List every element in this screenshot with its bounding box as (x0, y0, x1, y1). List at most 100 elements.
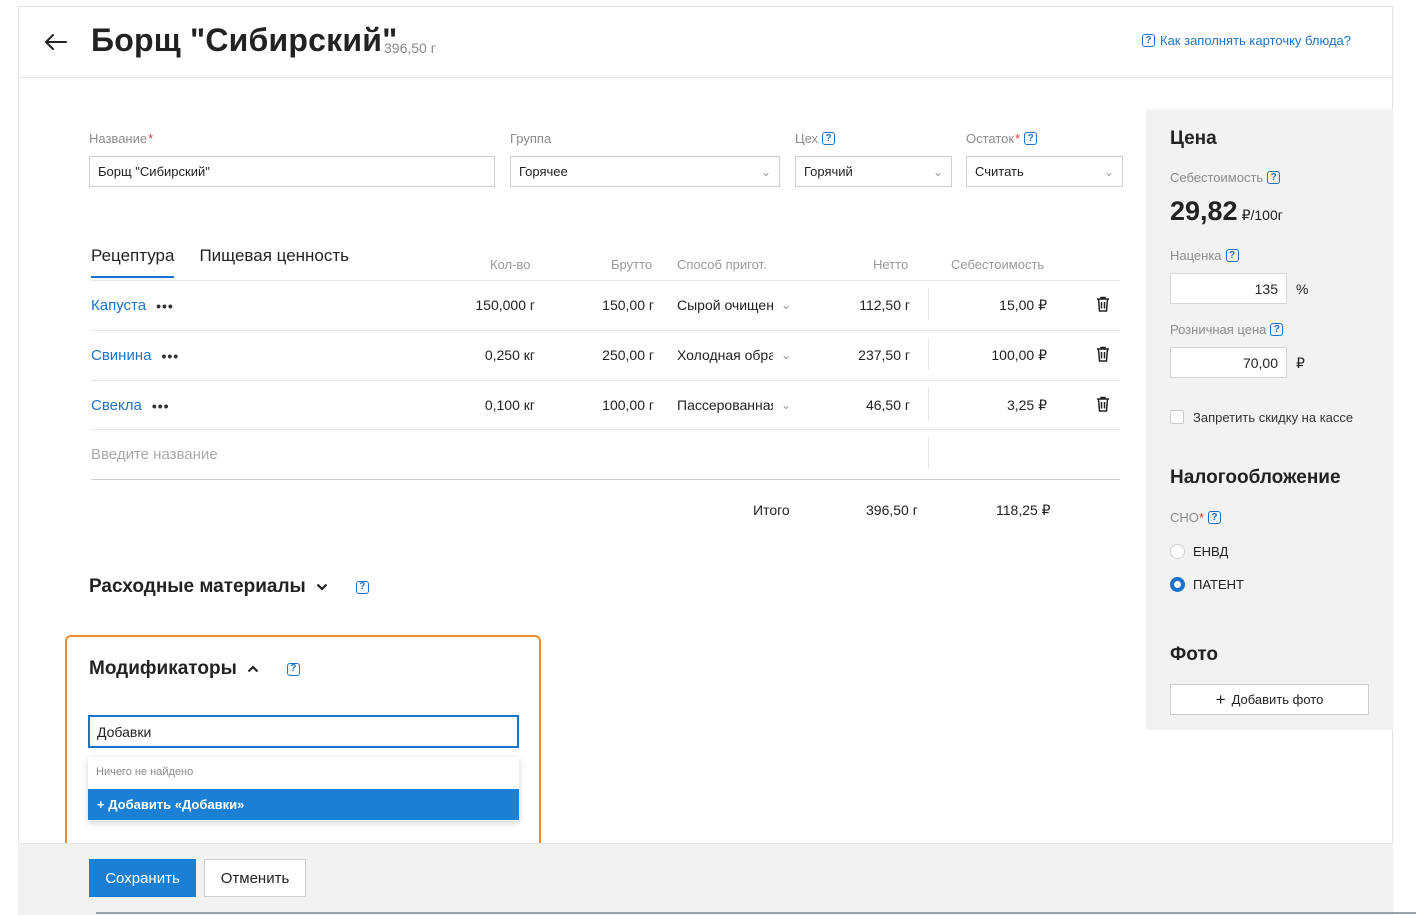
ingredient-link[interactable]: Свинина ••• (91, 347, 179, 364)
divider (91, 429, 1120, 430)
modifier-dropdown: Ничего не найдено + Добавить «Добавки» (88, 757, 519, 821)
help-icon[interactable]: ? (1267, 171, 1281, 184)
modifiers-section[interactable]: Модификаторы ? (89, 658, 300, 680)
gross-value[interactable]: 250,00 г (602, 347, 654, 363)
ingredient-name[interactable]: Свинина (91, 347, 151, 364)
scrollbar[interactable] (96, 912, 1416, 914)
gross-value[interactable]: 100,00 г (602, 397, 654, 413)
modifier-search-value: Добавки (97, 723, 152, 740)
method-select[interactable]: Холодная обра ⌄ (677, 347, 791, 363)
method-value: Пассерованная (677, 397, 773, 413)
chevron-down-icon: ⌄ (781, 348, 792, 362)
name-label-text: Название (89, 131, 148, 146)
method-select[interactable]: Сырой очищен ⌄ (677, 297, 791, 313)
markup-unit: % (1296, 281, 1309, 297)
trash-icon[interactable] (1096, 296, 1110, 312)
col-gross: Брутто (611, 257, 653, 272)
stock-select[interactable]: Считать ⌄ (966, 156, 1123, 187)
radio-patent-label[interactable]: ПАТЕНТ (1193, 577, 1244, 592)
save-button[interactable]: Сохранить (89, 859, 196, 897)
plus-icon: + (1215, 689, 1226, 709)
name-field-value: Борщ "Сибирский" (98, 164, 210, 179)
group-select[interactable]: Горячее ⌄ (510, 156, 780, 187)
trash-icon[interactable] (1096, 346, 1110, 362)
col-cost: Себестоимость (951, 257, 1045, 272)
dish-weight: 396,50 г (384, 40, 436, 56)
help-icon[interactable]: ? (1270, 323, 1284, 336)
chevron-down-icon: ⌄ (760, 164, 771, 179)
price-title: Цена (1170, 128, 1217, 149)
cost-per-100g: 29,82 ₽/100г (1170, 196, 1283, 227)
markup-input[interactable]: 135 (1170, 273, 1287, 304)
table-row: Свинина ••• 0,250 кг 250,00 г Холодная о… (91, 330, 1120, 380)
qty-value[interactable]: 0,250 кг (485, 347, 535, 363)
required-mark: * (1015, 131, 1021, 146)
retail-price-input[interactable]: 70,00 (1170, 347, 1287, 378)
ingredient-name[interactable]: Капуста (91, 297, 146, 314)
help-icon[interactable]: ? (1225, 249, 1239, 262)
tab-recipe[interactable]: Рецептура (91, 246, 175, 278)
net-value: 112,50 г (859, 297, 910, 313)
more-icon[interactable]: ••• (152, 398, 170, 414)
divider (928, 338, 929, 370)
help-icon[interactable]: ? (1024, 132, 1038, 145)
retail-value: 70,00 (1242, 354, 1278, 371)
stock-select-value: Считать (975, 164, 1024, 179)
add-modifier-option[interactable]: + Добавить «Добавки» (88, 789, 519, 820)
gross-value[interactable]: 150,00 г (602, 297, 654, 313)
name-field[interactable]: Борщ "Сибирский" (89, 156, 495, 187)
method-value: Холодная обра (677, 347, 773, 363)
no-discount-label[interactable]: Запретить скидку на кассе (1193, 410, 1353, 425)
ingredient-link[interactable]: Капуста ••• (91, 297, 174, 314)
shop-select-value: Горячий (804, 164, 853, 179)
more-icon[interactable]: ••• (161, 348, 179, 364)
method-select[interactable]: Пассерованная ⌄ (677, 397, 791, 413)
radio-envd-label[interactable]: ЕНВД (1193, 544, 1228, 559)
trash-icon[interactable] (1096, 396, 1110, 412)
divider (928, 437, 929, 469)
radio-envd[interactable] (1170, 544, 1185, 559)
shop-select[interactable]: Горячий ⌄ (795, 156, 952, 187)
shop-label: Цех ? (795, 131, 836, 146)
help-icon[interactable]: ? (355, 580, 369, 594)
add-photo-label: Добавить фото (1231, 692, 1324, 707)
ingredient-name[interactable]: Свекла (91, 397, 142, 414)
more-icon[interactable]: ••• (156, 298, 174, 314)
help-link-label: Как заполнять карточку блюда? (1160, 33, 1351, 48)
col-net: Нетто (873, 257, 909, 272)
chevron-down-icon: ⌄ (781, 398, 792, 412)
sno-label-text: СНО (1170, 510, 1199, 525)
qty-value[interactable]: 150,000 г (475, 297, 535, 313)
col-method: Способ пригот. (677, 257, 767, 272)
add-photo-button[interactable]: + Добавить фото (1170, 684, 1369, 715)
tab-bar: Рецептура Пищевая ценность (91, 246, 349, 278)
consumables-section[interactable]: Расходные материалы ? (89, 576, 369, 598)
markup-value: 135 (1254, 280, 1278, 297)
chevron-down-icon: ⌄ (781, 298, 792, 312)
qty-value[interactable]: 0,100 кг (485, 397, 535, 413)
ingredient-link[interactable]: Свекла ••• (91, 397, 170, 414)
modifier-search-input[interactable]: Добавки (88, 715, 519, 748)
sno-label: СНО * ? (1170, 510, 1221, 525)
no-results-text: Ничего не найдено (96, 766, 194, 778)
retail-unit: ₽ (1296, 355, 1305, 371)
help-link[interactable]: ? Как заполнять карточку блюда? (1142, 33, 1351, 48)
method-value: Сырой очищен (677, 297, 773, 313)
radio-patent[interactable] (1170, 577, 1185, 592)
back-arrow-icon[interactable] (40, 28, 72, 56)
shop-label-text: Цех (795, 131, 819, 146)
retail-label: Розничная цена ? (1170, 322, 1284, 337)
total-label: Итого (753, 502, 790, 518)
group-label: Группа (510, 131, 552, 146)
new-ingredient-input[interactable]: Введите название (91, 446, 218, 463)
help-icon[interactable]: ? (822, 132, 836, 145)
cost-value: 100,00 ₽ (991, 347, 1047, 363)
help-icon[interactable]: ? (286, 662, 300, 676)
no-discount-checkbox[interactable] (1170, 410, 1184, 424)
net-value: 46,50 г (865, 397, 910, 413)
cost-value-big: 29,82 (1170, 196, 1238, 226)
tab-nutrition[interactable]: Пищевая ценность (199, 246, 349, 278)
help-icon[interactable]: ? (1207, 511, 1221, 524)
divider (91, 479, 1120, 480)
cancel-button[interactable]: Отменить (204, 859, 306, 897)
